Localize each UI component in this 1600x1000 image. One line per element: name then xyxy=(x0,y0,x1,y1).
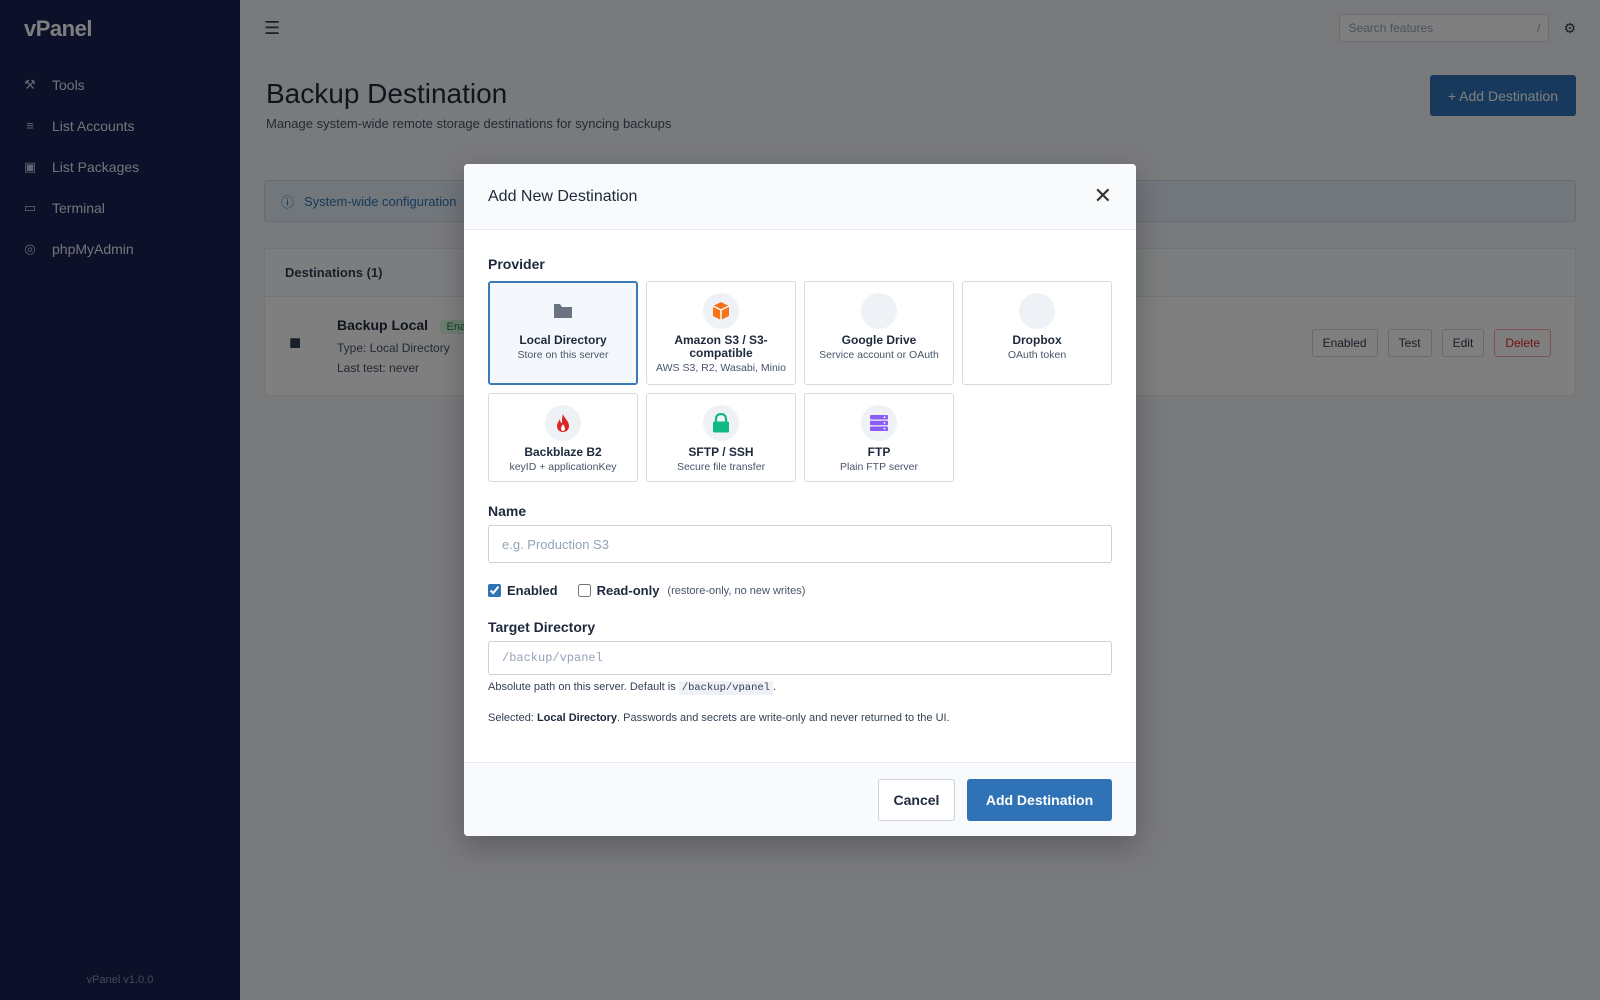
provider-dropbox[interactable]: Dropbox OAuth token xyxy=(962,281,1112,385)
provider-amazon-s3[interactable]: Amazon S3 / S3-compatible AWS S3, R2, Wa… xyxy=(646,281,796,385)
provider-desc: OAuth token xyxy=(1007,349,1067,361)
provider-name: Backblaze B2 xyxy=(524,445,602,459)
modal-footer: Cancel Add Destination xyxy=(464,762,1136,836)
provider-desc: Plain FTP server xyxy=(840,461,918,473)
selected-provider-note: Selected: Local Directory. Passwords and… xyxy=(488,712,1112,724)
enabled-label: Enabled xyxy=(507,583,558,598)
name-label: Name xyxy=(488,503,527,519)
provider-name: Local Directory xyxy=(519,333,607,347)
provider-google-drive[interactable]: Google Drive Service account or OAuth xyxy=(804,281,954,385)
flame-icon xyxy=(545,405,581,441)
help-suffix: . xyxy=(773,681,777,693)
selected-provider: Local Directory xyxy=(536,712,618,724)
name-input[interactable] xyxy=(488,525,1112,563)
readonly-hint: (restore-only, no new writes) xyxy=(667,584,806,597)
google-drive-icon xyxy=(861,293,897,329)
enabled-checkbox[interactable] xyxy=(488,584,501,597)
options-row: Enabled Read-only (restore-only, no new … xyxy=(488,583,1112,598)
cancel-button[interactable]: Cancel xyxy=(878,778,955,821)
target-directory-input[interactable] xyxy=(488,641,1112,675)
provider-name: Dropbox xyxy=(1012,333,1062,347)
provider-desc: Service account or OAuth xyxy=(819,349,939,361)
provider-label: Provider xyxy=(488,256,545,272)
enabled-checkbox-wrap[interactable]: Enabled xyxy=(488,583,558,598)
provider-name: SFTP / SSH xyxy=(688,445,754,459)
provider-name: FTP xyxy=(867,445,891,459)
selected-suffix: . Passwords and secrets are write-only a… xyxy=(617,712,950,724)
provider-desc: AWS S3, R2, Wasabi, Minio xyxy=(656,362,786,374)
server-icon xyxy=(861,405,897,441)
modal-header: Add New Destination ✕ xyxy=(464,164,1136,230)
modal-body: Provider Local Directory Store on this s… xyxy=(464,230,1136,724)
help-prefix: Absolute path on this server. Default is xyxy=(488,681,676,693)
target-directory-label: Target Directory xyxy=(488,619,596,635)
help-code: /backup/vpanel xyxy=(678,681,773,695)
close-icon: ✕ xyxy=(1093,183,1112,209)
provider-sftp-ssh[interactable]: SFTP / SSH Secure file transfer xyxy=(646,393,796,482)
dropbox-icon xyxy=(1019,293,1055,329)
readonly-label: Read-only xyxy=(596,583,660,598)
add-destination-modal: Add New Destination ✕ Provider Local Dir… xyxy=(464,164,1136,836)
readonly-checkbox-wrap[interactable]: Read-only xyxy=(577,583,660,598)
submit-add-destination-button[interactable]: Add Destination xyxy=(967,778,1112,821)
selected-prefix: Selected: xyxy=(488,712,534,724)
provider-desc: Store on this server xyxy=(517,349,609,361)
cube-icon xyxy=(703,293,739,329)
lock-icon xyxy=(703,405,739,441)
provider-ftp[interactable]: FTP Plain FTP server xyxy=(804,393,954,482)
close-button[interactable]: ✕ xyxy=(1093,183,1112,209)
readonly-checkbox[interactable] xyxy=(577,584,591,597)
provider-name: Google Drive xyxy=(841,333,917,347)
provider-grid: Local Directory Store on this server Ama… xyxy=(488,281,1112,482)
provider-local-directory[interactable]: Local Directory Store on this server xyxy=(488,281,638,385)
provider-desc: Secure file transfer xyxy=(676,461,766,473)
folder-icon xyxy=(545,293,581,329)
modal-title: Add New Destination xyxy=(488,187,638,205)
provider-name: Amazon S3 / S3-compatible xyxy=(674,333,768,360)
target-directory-help: Absolute path on this server. Default is… xyxy=(488,681,1112,695)
provider-desc: keyID + applicationKey xyxy=(509,461,617,473)
provider-backblaze-b2[interactable]: Backblaze B2 keyID + applicationKey xyxy=(488,393,638,482)
